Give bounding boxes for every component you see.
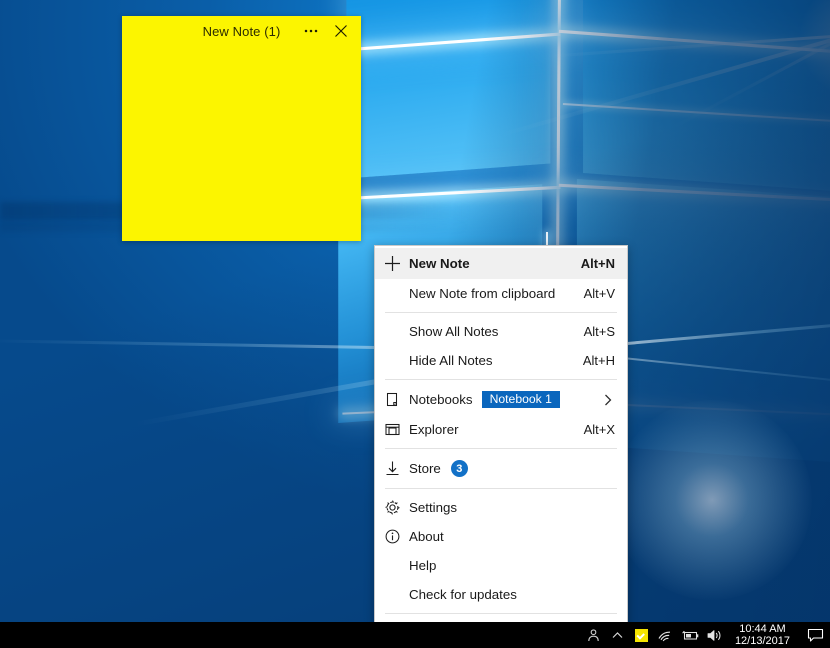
menu-item-label: Settings <box>409 500 457 515</box>
menu-separator <box>385 488 617 489</box>
sticky-note-window[interactable]: New Note (1) <box>122 16 361 241</box>
menu-item-settings[interactable]: Settings <box>375 493 627 522</box>
download-icon <box>375 453 409 484</box>
close-icon[interactable] <box>327 18 355 44</box>
person-icon[interactable] <box>582 622 606 648</box>
menu-item-icon-slot <box>375 580 409 609</box>
menu-item-help[interactable]: Help <box>375 551 627 580</box>
menu-item-label: Hide All Notes <box>409 353 493 368</box>
clock-time: 10:44 AM <box>739 623 785 636</box>
menu-item-label: Check for updates <box>409 587 517 602</box>
ellipsis-icon[interactable] <box>297 18 325 44</box>
menu-separator <box>385 312 617 313</box>
plus-icon <box>375 248 409 279</box>
explorer-icon <box>375 415 409 444</box>
info-icon <box>375 522 409 551</box>
menu-item-show-all-notes[interactable]: Show All Notes Alt+S <box>375 317 627 346</box>
sticky-note-title: New Note (1) <box>203 24 281 39</box>
menu-item-label: About <box>409 529 444 544</box>
menu-item-icon-slot <box>375 551 409 580</box>
wifi-icon[interactable] <box>654 622 678 648</box>
volume-icon[interactable] <box>703 622 727 648</box>
light-burst-bottom-right <box>612 400 812 600</box>
menu-item-label: Help <box>409 558 436 573</box>
taskbar-clock[interactable]: 10:44 AM 12/13/2017 <box>727 622 800 648</box>
action-center-icon[interactable] <box>800 622 830 648</box>
menu-item-store[interactable]: Store 3 <box>375 453 627 484</box>
menu-item-icon-slot <box>375 279 409 308</box>
menu-item-accelerator: Alt+V <box>584 286 615 301</box>
menu-item-new-note-from-clipboard[interactable]: New Note from clipboard Alt+V <box>375 279 627 308</box>
menu-item-accelerator: Alt+X <box>584 422 615 437</box>
menu-item-label: Store <box>409 461 441 476</box>
menu-item-label: New Note <box>409 256 470 271</box>
tray-context-menu[interactable]: New Note Alt+N New Note from clipboard A… <box>374 245 628 648</box>
menu-item-label: Notebooks <box>409 392 473 407</box>
menu-item-icon-slot <box>375 317 409 346</box>
desktop-screen: New Note (1) <box>0 0 830 648</box>
sticky-notes-tray-icon[interactable] <box>630 622 654 648</box>
menu-item-accelerator: Alt+S <box>584 324 615 339</box>
menu-item-about[interactable]: About <box>375 522 627 551</box>
sticky-note-text-area[interactable] <box>122 46 361 241</box>
menu-item-label: Explorer <box>409 422 459 437</box>
gear-icon <box>375 493 409 522</box>
sticky-note-titlebar[interactable]: New Note (1) <box>122 16 361 46</box>
menu-item-accelerator: Alt+N <box>581 256 615 271</box>
menu-separator <box>385 613 617 614</box>
menu-item-icon-slot <box>375 346 409 375</box>
taskbar[interactable]: 10:44 AM 12/13/2017 <box>0 622 830 648</box>
clock-date: 12/13/2017 <box>735 635 790 648</box>
system-tray[interactable]: 10:44 AM 12/13/2017 <box>582 622 830 648</box>
menu-item-notebooks[interactable]: Notebooks Notebook 1 <box>375 384 627 415</box>
store-update-count-badge: 3 <box>451 460 468 477</box>
menu-separator <box>385 448 617 449</box>
menu-item-hide-all-notes[interactable]: Hide All Notes Alt+H <box>375 346 627 375</box>
notebook-icon <box>375 384 409 415</box>
menu-item-label: Show All Notes <box>409 324 498 339</box>
menu-item-new-note[interactable]: New Note Alt+N <box>375 248 627 279</box>
menu-item-check-for-updates[interactable]: Check for updates <box>375 580 627 609</box>
chevron-right-icon <box>601 393 615 407</box>
notebook-selected-badge[interactable]: Notebook 1 <box>482 391 560 408</box>
show-hidden-icons-chevron[interactable] <box>606 622 630 648</box>
menu-item-explorer[interactable]: Explorer Alt+X <box>375 415 627 444</box>
menu-separator <box>385 379 617 380</box>
menu-item-accelerator: Alt+H <box>583 353 615 368</box>
menu-item-label: New Note from clipboard <box>409 286 555 301</box>
sticky-note-window-buttons <box>297 16 355 46</box>
battery-icon[interactable] <box>678 622 703 648</box>
